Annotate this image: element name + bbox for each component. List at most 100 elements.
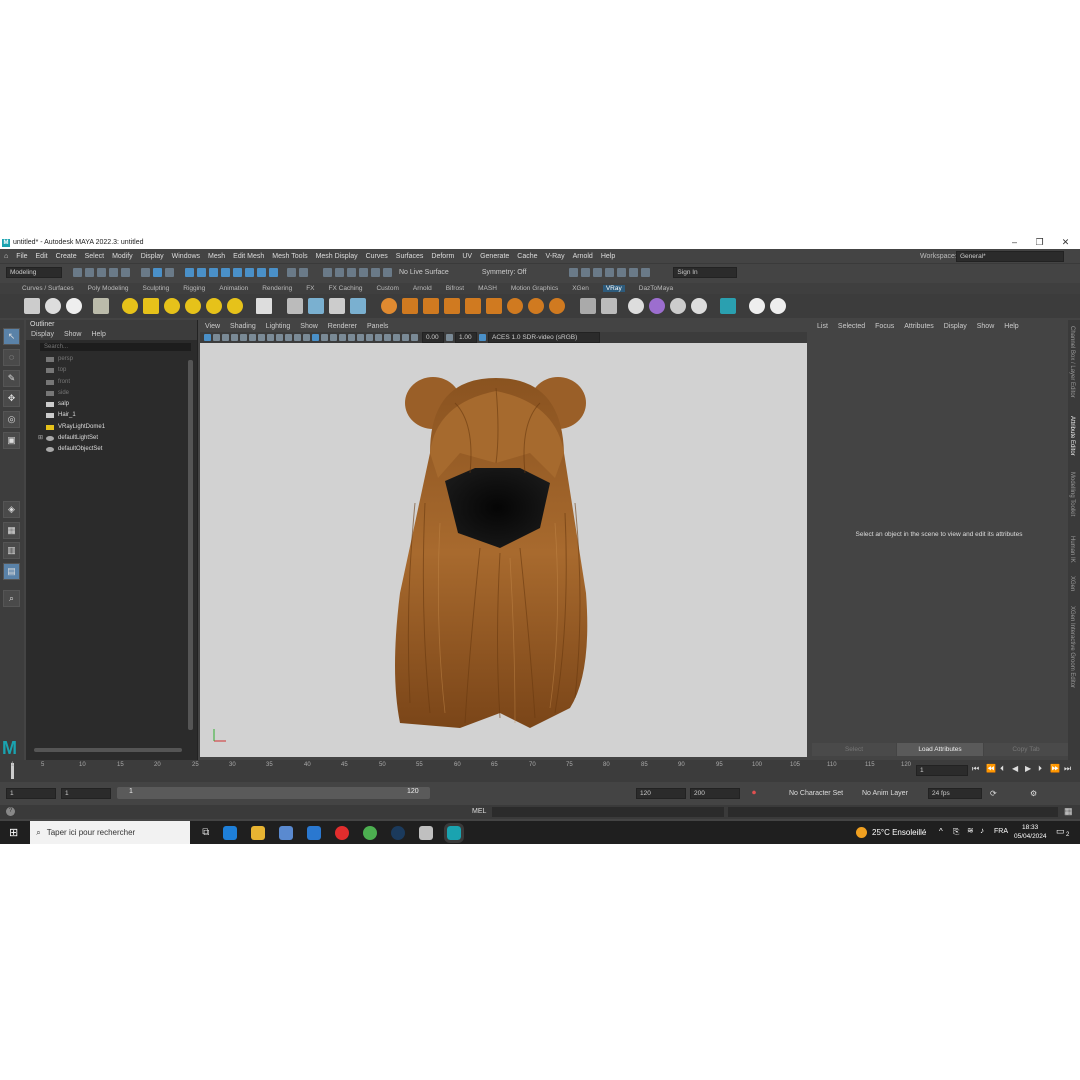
snap-surface-icon[interactable] — [233, 267, 242, 277]
menu-display[interactable]: Display — [141, 253, 164, 260]
color-space-select[interactable]: ACES 1.0 SDR-video (sRGB) — [488, 332, 600, 343]
grid-icon[interactable] — [240, 334, 247, 341]
step-back-key-icon[interactable]: ⏪ — [986, 764, 996, 773]
shelf-tab-curves[interactable]: Curves / Surfaces — [22, 285, 74, 292]
vray-vfb-icon[interactable] — [66, 298, 82, 314]
outliner-item[interactable]: persp — [26, 354, 197, 365]
wireframe-icon[interactable] — [303, 334, 310, 341]
vray-fur-grow-icon[interactable] — [444, 298, 460, 314]
windows-start-icon[interactable]: ⊞ — [9, 826, 18, 839]
vray-hair-icon[interactable] — [423, 298, 439, 314]
shelf-tab-bifrost[interactable]: Bifrost — [446, 285, 464, 292]
help-icon[interactable]: ? — [6, 807, 15, 816]
outliner-item[interactable]: ⊞ defaultLightSet — [26, 433, 197, 444]
lasso-tool-icon[interactable]: ◌ — [3, 349, 20, 366]
restore-button[interactable]: ❐ — [1027, 236, 1052, 249]
outliner-item[interactable]: VRayLightDome1 — [26, 422, 197, 433]
expand-icon[interactable]: ⊞ — [38, 433, 43, 444]
shelf-tab-vray[interactable]: VRay — [602, 285, 625, 292]
xray-joints-icon[interactable] — [393, 334, 400, 341]
attr-menu-attributes[interactable]: Attributes — [904, 320, 934, 333]
construction-icon[interactable] — [335, 267, 344, 277]
vray-light-mesh-icon[interactable] — [206, 298, 222, 314]
render-settings-icon[interactable] — [605, 267, 615, 277]
task-view-icon[interactable]: ⧉ — [202, 827, 209, 838]
dof-icon[interactable] — [366, 334, 373, 341]
perspective-viewport[interactable] — [200, 343, 807, 757]
time-slider[interactable]: 1 ⏮ ⏪ ⏴ ◀ ▶ ⏵ ⏩ ⏭ — [0, 760, 1080, 782]
menu-arnold[interactable]: Arnold — [573, 253, 593, 260]
step-forward-frame-icon[interactable]: ⏵ — [1038, 764, 1042, 774]
vray-pen-icon[interactable] — [580, 298, 596, 314]
zoom-icon[interactable]: ⌕ — [3, 590, 20, 607]
snap-grid-icon[interactable] — [185, 267, 194, 277]
smooth-shade-icon[interactable] — [312, 334, 319, 341]
end-time-field[interactable]: 200 — [690, 787, 740, 799]
shelf-tab-daztomaya[interactable]: DazToMaya — [639, 285, 673, 292]
clock-time[interactable]: 18:33 — [1022, 824, 1038, 831]
home-icon[interactable]: ⌂ — [4, 253, 8, 260]
network-icon[interactable]: ⎘ — [953, 827, 959, 837]
maya-taskbar-icon[interactable] — [444, 822, 465, 843]
anim-layer-select[interactable]: No Anim Layer — [862, 790, 908, 797]
menu-curves[interactable]: Curves — [366, 253, 388, 260]
history-icon[interactable] — [323, 267, 332, 277]
snap-view-icon[interactable] — [221, 267, 230, 277]
menu-mesh-tools[interactable]: Mesh Tools — [272, 253, 307, 260]
vray-light-spot-icon[interactable] — [143, 298, 159, 314]
viewport-menu-shading[interactable]: Shading — [230, 321, 256, 332]
menu-generate[interactable]: Generate — [480, 253, 509, 260]
xray-icon[interactable] — [384, 334, 391, 341]
vray-light-sphere-icon[interactable] — [164, 298, 180, 314]
attr-menu-selected[interactable]: Selected — [838, 320, 865, 333]
gamma-icon[interactable] — [446, 334, 453, 341]
paint-select-tool-icon[interactable]: ✎ — [3, 370, 20, 387]
vray-sphere-fade-icon[interactable] — [507, 298, 523, 314]
menu-surfaces[interactable]: Surfaces — [396, 253, 424, 260]
shelf-tab-mash[interactable]: MASH — [478, 285, 497, 292]
lights-icon[interactable] — [330, 334, 337, 341]
auto-key-icon[interactable]: ⏺ — [752, 788, 756, 798]
move-tool-icon[interactable]: ✥ — [3, 390, 20, 407]
attr-menu-show[interactable]: Show — [977, 320, 995, 333]
select-hierarchy-icon[interactable] — [141, 267, 150, 277]
vray-box-icon[interactable] — [329, 298, 345, 314]
outliner-layout-icon[interactable]: ▤ — [3, 563, 20, 580]
outliner-item[interactable]: defaultObjectSet — [26, 444, 197, 455]
resolution-gate-icon[interactable] — [258, 334, 265, 341]
vray-settings-icon[interactable] — [93, 298, 109, 314]
tray-chevron-icon[interactable]: ^ — [939, 827, 943, 836]
menu-mesh-display[interactable]: Mesh Display — [316, 253, 358, 260]
snap-edge-icon[interactable] — [257, 267, 266, 277]
goto-end-icon[interactable]: ⏭ — [1064, 764, 1071, 774]
outliner-menu-help[interactable]: Help — [91, 329, 105, 340]
input-icon[interactable] — [347, 267, 356, 277]
volume-icon[interactable]: ♪ — [980, 826, 984, 835]
tab-human-ik[interactable]: Human IK — [1069, 536, 1075, 563]
outliner-menu-show[interactable]: Show — [64, 329, 82, 340]
step-back-frame-icon[interactable]: ⏴ — [1000, 764, 1004, 774]
fps-select[interactable]: 24 fps — [928, 787, 982, 799]
vray-ipr-icon[interactable] — [45, 298, 61, 314]
vray-palette-icon[interactable] — [691, 298, 707, 314]
menu-vray[interactable]: V-Ray — [546, 253, 565, 260]
vray-dots-icon[interactable] — [670, 298, 686, 314]
menu-uv[interactable]: UV — [462, 253, 472, 260]
file-explorer-icon[interactable] — [251, 825, 266, 840]
playback-end-field[interactable]: 120 — [636, 787, 686, 799]
field-chart-icon[interactable] — [276, 334, 283, 341]
vray-fur-icon[interactable] — [402, 298, 418, 314]
menu-windows[interactable]: Windows — [172, 253, 200, 260]
menu-cache[interactable]: Cache — [517, 253, 537, 260]
vray-info-icon[interactable] — [749, 298, 765, 314]
vray-grid-icon[interactable] — [465, 298, 481, 314]
vray-sun-icon[interactable] — [227, 298, 243, 314]
shelf-tab-custom[interactable]: Custom — [376, 285, 398, 292]
vray-render-icon[interactable] — [24, 298, 40, 314]
viewport-menu-lighting[interactable]: Lighting — [266, 321, 291, 332]
vray-scene-icon[interactable] — [350, 298, 366, 314]
pause-icon[interactable] — [641, 267, 651, 277]
outliner-item[interactable]: side — [26, 388, 197, 399]
open-scene-icon[interactable] — [85, 267, 94, 277]
ipr-icon[interactable] — [593, 267, 603, 277]
